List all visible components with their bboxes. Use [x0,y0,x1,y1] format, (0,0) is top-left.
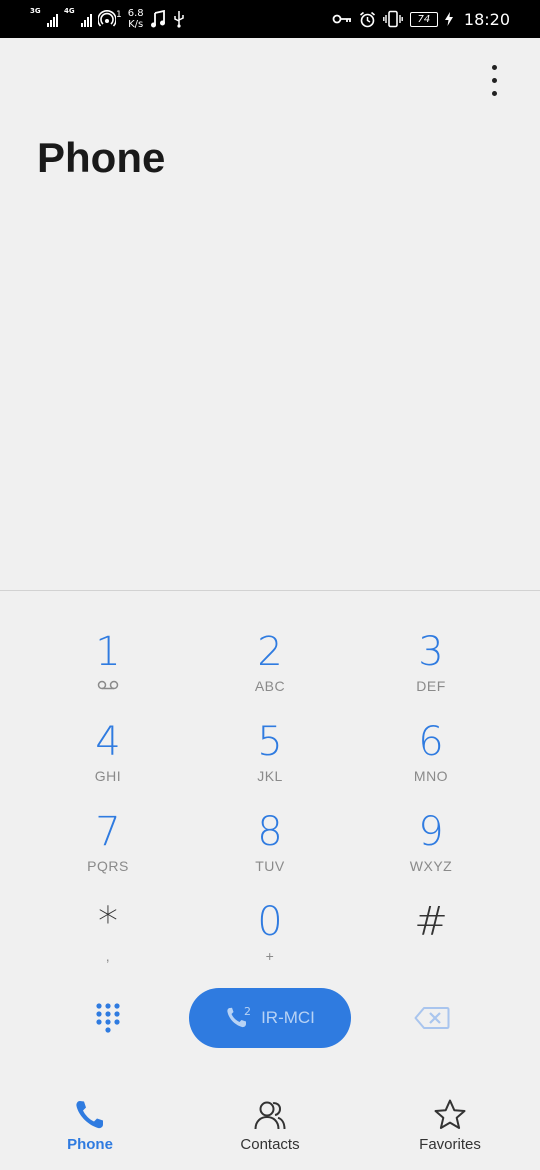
key-letters: MNO [413,768,449,784]
dialpad-icon [96,1003,120,1033]
phone-icon [76,1101,103,1129]
more-vert-icon [491,64,497,70]
dialpad-key-6[interactable]: 6 MNO [350,702,512,792]
sim-number: 2 [244,1005,251,1018]
dialpad-key-2[interactable]: 2 ABC [189,612,351,702]
signal-4g-icon: 4G [64,7,92,29]
music-icon [150,10,165,28]
key-letters: PQRS [87,858,129,874]
network-type-label: 4G [64,7,75,15]
key-digit: 6 [418,719,444,765]
key-digit: 8 [257,809,283,855]
more-options-button[interactable] [474,58,514,102]
battery-level: 74 [417,13,431,25]
dialpad-key-hash[interactable]: # [350,882,512,972]
hotspot-icon: 1 [98,10,122,28]
usb-icon [173,11,184,28]
vpn-key-icon [332,14,351,24]
network-speed: 6.8 K/s [128,8,144,30]
key-letters: WXYZ [409,858,453,874]
key-letters: DEF [416,678,446,694]
hide-dialpad-button[interactable] [86,996,130,1040]
speed-unit: K/s [128,19,144,30]
key-letters: + [265,948,275,964]
key-digit: 9 [418,809,444,855]
star-icon [434,1099,466,1129]
contacts-icon [254,1101,286,1130]
key-letters: TUV [255,858,285,874]
charging-icon [444,12,453,26]
bottom-navigation: Phone Contacts Favorites [0,1090,540,1170]
clock: 18:20 [463,9,510,29]
hotspot-count: 1 [116,10,122,20]
key-digit: 7 [95,809,121,855]
key-letters: JKL [257,768,283,784]
dialpad-key-5[interactable]: 5 JKL [189,702,351,792]
key-digit: 4 [95,719,121,765]
nav-contacts[interactable]: Contacts [180,1090,360,1170]
key-digit: 5 [257,719,283,765]
dialpad-key-0[interactable]: 0 + [189,882,351,972]
dialpad-key-4[interactable]: 4 GHI [27,702,189,792]
dialpad-key-7[interactable]: 7 PQRS [27,792,189,882]
key-digit: 1 [95,629,121,675]
nav-label: Phone [67,1136,113,1153]
nav-favorites[interactable]: Favorites [360,1090,540,1170]
dialpad-key-star[interactable]: * , [27,882,189,972]
divider [0,590,540,591]
page-title: Phone [37,134,166,181]
key-letters: GHI [94,768,122,784]
dialpad-key-3[interactable]: 3 DEF [350,612,512,702]
alarm-icon [359,11,375,27]
key-digit: 0 [257,899,283,945]
dialpad-key-9[interactable]: 9 WXYZ [350,792,512,882]
key-letters: ABC [254,678,286,694]
vibrate-icon [382,10,403,28]
voicemail-icon [97,680,119,690]
key-digit: 3 [418,629,444,675]
call-button[interactable]: 2 IR-MCI [189,988,351,1048]
key-digit: # [414,899,448,945]
backspace-icon [414,1007,450,1029]
signal-3g-icon: 3G [30,7,58,29]
key-letters: , [105,948,111,964]
key-digit: 2 [257,629,283,675]
battery-indicator: 74 [409,11,438,27]
backspace-button[interactable] [410,1000,454,1036]
call-sim-label: IR-MCI [261,1008,315,1027]
dialpad-key-1[interactable]: 1 [27,612,189,702]
speed-value: 6.8 [127,8,144,19]
key-digit: * [98,899,118,945]
nav-label: Contacts [240,1136,300,1153]
status-bar: 3G 4G 1 6.8 K/s 74 18:20 [0,0,540,38]
nav-label: Favorites [419,1136,481,1153]
sim-call-icon: 2 [227,1005,251,1028]
dialpad-key-8[interactable]: 8 TUV [189,792,351,882]
network-type-label: 3G [30,7,41,15]
nav-phone[interactable]: Phone [0,1090,180,1170]
